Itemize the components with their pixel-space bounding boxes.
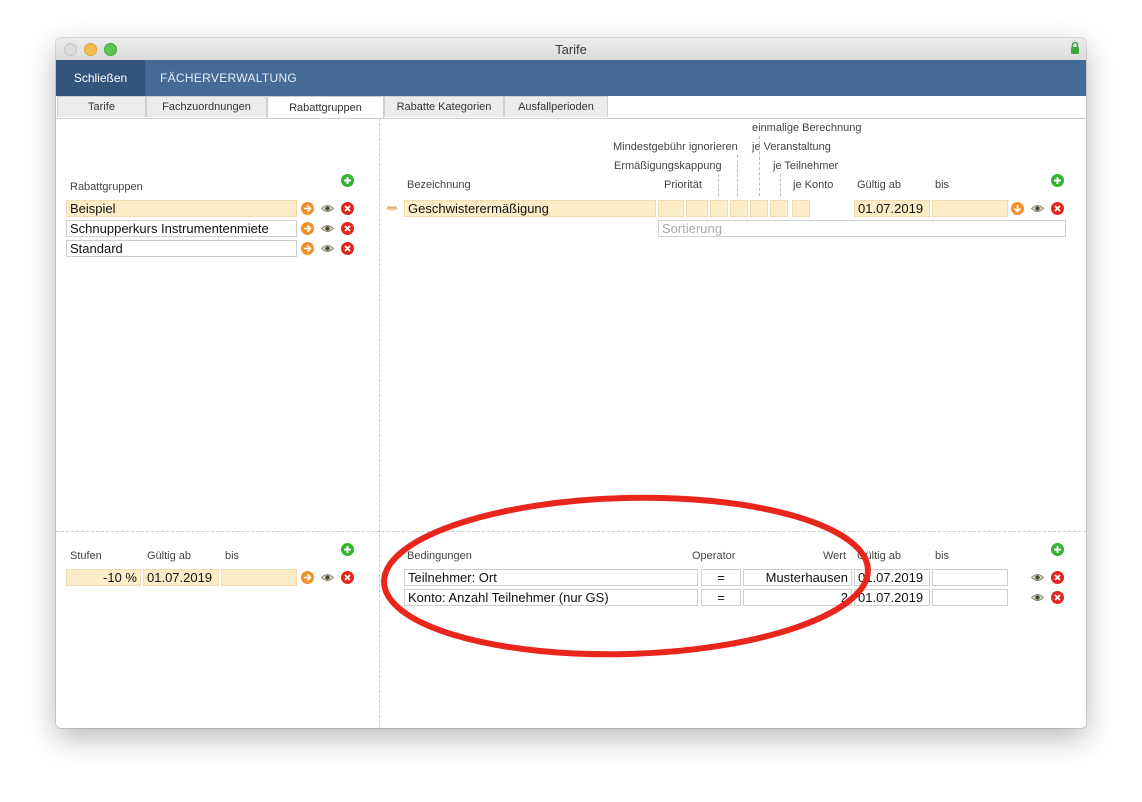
stufe-gueltig-ab-field[interactable]: 01.07.2019 (143, 569, 219, 586)
mindestgebuehr-checkbox[interactable] (710, 200, 728, 217)
arrow-right-icon[interactable] (301, 222, 314, 235)
prioritaet-field[interactable] (658, 200, 684, 217)
wert-field[interactable]: Musterhausen (743, 569, 852, 586)
add-rabatt-icon[interactable] (1051, 174, 1064, 187)
bedingungen-header: Bedingungen (407, 550, 472, 562)
rabattgruppe-item[interactable]: Schnupperkurs Instrumentenmiete (66, 220, 297, 237)
eye-icon[interactable] (321, 222, 334, 235)
bedingung-field[interactable]: Teilnehmer: Ort (404, 569, 698, 586)
tab-rabatte-kategorien[interactable]: Rabatte Kategorien (384, 96, 504, 117)
je-veranstaltung-header: je Veranstaltung (752, 141, 831, 153)
window-title: Tarife (555, 42, 587, 57)
bedingung-field[interactable]: Konto: Anzahl Teilnehmer (nur GS) (404, 589, 698, 606)
eye-icon[interactable] (1031, 591, 1044, 604)
sortierung-field[interactable]: Sortierung (658, 220, 1066, 237)
faecherverwaltung-button[interactable]: FÄCHERVERWALTUNG (160, 60, 297, 96)
je-teilnehmer-header: je Teilnehmer (773, 160, 839, 172)
delete-icon[interactable] (341, 202, 354, 215)
stufe-wert-field[interactable]: -10 % (66, 569, 141, 586)
je-teilnehmer-checkbox[interactable] (770, 200, 788, 217)
einmalige-berechnung-header: einmalige Berechnung (752, 122, 862, 134)
bezeichnung-header: Bezeichnung (407, 179, 471, 191)
tarife-window: Tarife Schließen FÄCHERVERWALTUNG Tarife… (56, 38, 1086, 728)
bedingung-bis-header: bis (935, 550, 950, 562)
horizontal-divider (56, 531, 1086, 532)
header-guide-line (718, 174, 719, 196)
header-guide-line (759, 136, 760, 196)
bedingung-gueltig-ab-field[interactable]: 01.07.2019 (854, 589, 930, 606)
ermaessigungskappung-field[interactable] (686, 200, 708, 217)
wert-header: Wert (823, 550, 847, 562)
bedingung-bis-field[interactable] (932, 569, 1008, 586)
je-konto-checkbox[interactable] (792, 200, 810, 217)
mindestgebuehr-header: Mindestgebühr ignorieren (613, 141, 738, 153)
bedingung-gueltig-ab-header: Gültig ab (857, 550, 902, 562)
arrow-right-icon[interactable] (301, 571, 314, 584)
add-bedingung-icon[interactable] (1051, 543, 1064, 556)
stufen-bis-header: bis (225, 550, 240, 562)
add-stufe-icon[interactable] (341, 543, 354, 556)
eye-icon[interactable] (321, 242, 334, 255)
header-guide-line (780, 174, 781, 196)
rabattgruppe-item[interactable]: Beispiel (66, 200, 297, 217)
tab-tarife[interactable]: Tarife (57, 96, 146, 117)
gueltig-ab-field[interactable]: 01.07.2019 (854, 200, 930, 217)
je-konto-header: je Konto (793, 179, 834, 191)
delete-icon[interactable] (1051, 571, 1064, 584)
arrow-down-icon[interactable] (1011, 202, 1024, 215)
vertical-divider (379, 118, 380, 728)
rabattgruppe-item[interactable]: Standard (66, 240, 297, 257)
drag-handle-icon[interactable] (385, 202, 399, 214)
bedingung-bis-field[interactable] (932, 589, 1008, 606)
bezeichnung-field[interactable]: Geschwisterermäßigung (404, 200, 656, 217)
tab-rabattgruppen[interactable]: Rabattgruppen (267, 96, 384, 118)
arrow-right-icon[interactable] (301, 202, 314, 215)
delete-icon[interactable] (1051, 591, 1064, 604)
bis-field[interactable] (932, 200, 1008, 217)
delete-icon[interactable] (341, 571, 354, 584)
lock-icon[interactable] (1070, 41, 1080, 55)
bis-header: bis (935, 179, 950, 191)
delete-icon[interactable] (341, 222, 354, 235)
toolbar: Schließen FÄCHERVERWALTUNG (56, 60, 1086, 96)
stufen-gueltig-ab-header: Gültig ab (147, 550, 192, 562)
tab-bar: Tarife Fachzuordnungen Rabattgruppen Rab… (56, 96, 1086, 119)
einmalige-berechnung-checkbox[interactable] (730, 200, 748, 217)
close-button[interactable]: Schließen (56, 60, 145, 96)
eye-icon[interactable] (1031, 202, 1044, 215)
stufen-header: Stufen (70, 550, 102, 562)
add-rabattgruppe-icon[interactable] (341, 174, 354, 187)
wert-field[interactable]: 2 (743, 589, 852, 606)
rabattgruppen-header: Rabattgruppen (70, 181, 143, 193)
tab-fachzuordnungen[interactable]: Fachzuordnungen (146, 96, 267, 117)
operator-field[interactable]: = (701, 589, 741, 606)
je-veranstaltung-checkbox[interactable] (750, 200, 768, 217)
operator-header: Operator (692, 550, 736, 562)
eye-icon[interactable] (321, 571, 334, 584)
eye-icon[interactable] (321, 202, 334, 215)
ermaessigungskappung-header: Ermäßigungskappung (614, 160, 722, 172)
title-bar: Tarife (56, 38, 1086, 61)
operator-field[interactable]: = (701, 569, 741, 586)
gueltig-ab-header: Gültig ab (857, 179, 902, 191)
arrow-right-icon[interactable] (301, 242, 314, 255)
delete-icon[interactable] (1051, 202, 1064, 215)
delete-icon[interactable] (341, 242, 354, 255)
tab-ausfallperioden[interactable]: Ausfallperioden (504, 96, 608, 117)
bedingung-gueltig-ab-field[interactable]: 01.07.2019 (854, 569, 930, 586)
prioritaet-header: Priorität (664, 179, 702, 191)
eye-icon[interactable] (1031, 571, 1044, 584)
header-guide-line (737, 155, 738, 196)
stufe-bis-field[interactable] (221, 569, 297, 586)
